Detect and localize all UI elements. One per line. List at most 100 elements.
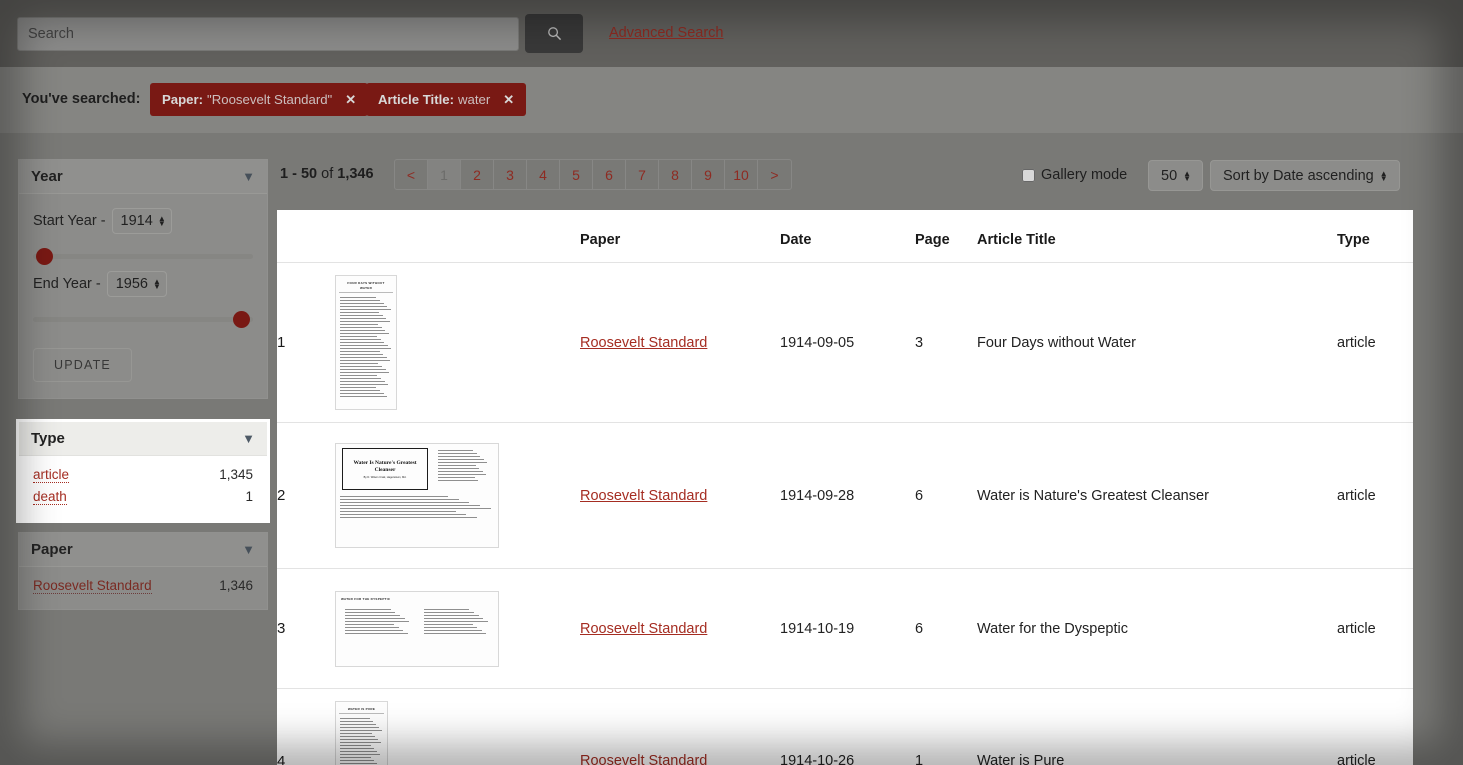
top-search-bar: Advanced Search: [0, 0, 1463, 67]
facet-paper-title: Paper: [31, 541, 73, 558]
sort-select[interactable]: Sort by Date ascending ▲ ▼: [1210, 160, 1400, 191]
end-year-label: End Year -: [33, 276, 101, 292]
paper-link[interactable]: Roosevelt Standard: [580, 335, 707, 351]
facet-count: 1,345: [219, 467, 253, 482]
facet-count: 1: [245, 489, 253, 504]
row-page: 6: [915, 568, 977, 689]
update-button[interactable]: UPDATE: [33, 348, 132, 382]
gallery-mode-checkbox[interactable]: [1022, 168, 1035, 182]
search-icon: [547, 26, 562, 41]
col-header-page: Page: [915, 210, 977, 263]
search-button[interactable]: [525, 14, 583, 53]
row-date: 1914-10-26: [780, 688, 915, 765]
chevron-down-icon: ▼: [242, 431, 255, 446]
select-arrows-icon: ▲ ▼: [1183, 168, 1192, 183]
table-row: 3 WATER FOR THE DYSPEPTIC Roosevelt Standa…: [277, 568, 1413, 689]
searched-label: You've searched:: [22, 91, 141, 107]
start-year-stepper[interactable]: 1914 ▲ ▼: [111, 208, 172, 234]
slider-track: [33, 317, 253, 322]
results-table-body: 1 FOUR DAYS WITHOUT WATER Roosevelt Standa…: [277, 262, 1413, 765]
facet-paper-header[interactable]: Paper ▼: [19, 533, 267, 567]
page-link-2[interactable]: 2: [461, 160, 494, 189]
filter-tag-article-title[interactable]: Article Title: water ✕: [366, 83, 527, 116]
page-link-10[interactable]: 10: [725, 160, 758, 189]
table-row: 4 WATER IS PURE Roosevelt Standard 1914-10-…: [277, 688, 1413, 765]
per-page-select[interactable]: 50 ▲ ▼: [1148, 160, 1204, 191]
page-link-1: 1: [428, 160, 461, 189]
facet-year: Year ▼ Start Year - 1914 ▲ ▼ End Year - 1…: [18, 159, 268, 399]
start-year-slider[interactable]: [33, 247, 253, 265]
facet-link-death[interactable]: death: [33, 489, 67, 505]
facet-paper: Paper ▼ Roosevelt Standard 1,346: [18, 532, 268, 610]
row-page: 1: [915, 688, 977, 765]
page-link-9[interactable]: 9: [692, 160, 725, 189]
advanced-search-link[interactable]: Advanced Search: [609, 25, 723, 41]
article-thumbnail[interactable]: Water Is Nature's Greatest Cleanser By D.…: [335, 443, 499, 548]
article-thumbnail[interactable]: WATER FOR THE DYSPEPTIC: [335, 590, 499, 667]
page-link-4[interactable]: 4: [527, 160, 560, 189]
facet-type-title: Type: [31, 430, 65, 447]
facet-link-article[interactable]: article: [33, 467, 70, 483]
end-year-slider[interactable]: [33, 310, 253, 328]
article-thumbnail[interactable]: FOUR DAYS WITHOUT WATER: [335, 275, 397, 410]
facet-type-header[interactable]: Type ▼: [19, 422, 267, 456]
thumb-byline: By D. Wilson Craik, Hagerstown, Md.: [363, 475, 407, 479]
results-table: Paper Date Page Article Title Type 1 FOUR…: [277, 210, 1413, 765]
thumb-headline: Water Is Nature's Greatest Cleanser: [353, 459, 417, 473]
remove-filter-icon[interactable]: ✕: [503, 92, 514, 108]
start-year-value: 1914: [120, 213, 153, 229]
row-paper-cell: Roosevelt Standard: [580, 422, 780, 569]
filter-tag-paper[interactable]: Paper: "Roosevelt Standard" ✕: [150, 83, 369, 116]
page-link-prev[interactable]: <: [395, 160, 428, 189]
gallery-mode-toggle[interactable]: Gallery mode: [1022, 167, 1127, 183]
row-type: article: [1337, 568, 1413, 689]
row-index: 4: [277, 688, 335, 765]
paper-link[interactable]: Roosevelt Standard: [580, 488, 707, 504]
search-input[interactable]: [17, 17, 519, 51]
stepper-arrows-icon: ▲ ▼: [153, 277, 161, 291]
slider-track: [33, 254, 253, 259]
col-header-type: Type: [1337, 210, 1413, 263]
row-date: 1914-10-19: [780, 568, 915, 689]
row-article-title: Four Days without Water: [977, 262, 1337, 423]
table-row: 2 Water Is Nature's Greatest Cleanser By D…: [277, 422, 1413, 569]
row-index: 3: [277, 568, 335, 689]
row-page: 6: [915, 422, 977, 569]
row-page: 3: [915, 262, 977, 423]
thumb-headline: WATER FOR THE DYSPEPTIC: [341, 596, 391, 601]
row-paper-cell: Roosevelt Standard: [580, 262, 780, 423]
paper-link[interactable]: Roosevelt Standard: [580, 621, 707, 637]
page-link-7[interactable]: 7: [626, 160, 659, 189]
facet-year-header[interactable]: Year ▼: [19, 160, 267, 194]
result-range: 1 - 50: [280, 166, 318, 182]
pagination: <1 2 3 4 5 6 7 8 9 10 >: [394, 159, 792, 190]
facet-link-roosevelt-standard[interactable]: Roosevelt Standard: [33, 578, 152, 594]
article-thumbnail[interactable]: WATER IS PURE: [335, 701, 388, 765]
page-link-8[interactable]: 8: [659, 160, 692, 189]
chevron-down-icon: ▼: [242, 542, 255, 557]
table-header-row: Paper Date Page Article Title Type: [277, 210, 1413, 263]
paper-link[interactable]: Roosevelt Standard: [580, 753, 707, 765]
page-link-5[interactable]: 5: [560, 160, 593, 189]
thumb-headline: FOUR DAYS WITHOUT WATER: [339, 278, 393, 293]
row-paper-cell: Roosevelt Standard: [580, 568, 780, 689]
page-link-6[interactable]: 6: [593, 160, 626, 189]
facet-type: Type ▼ article 1,345 death 1: [18, 421, 268, 521]
row-index: 2: [277, 422, 335, 569]
end-year-stepper[interactable]: 1956 ▲ ▼: [106, 271, 167, 297]
filter-tag-key: Paper:: [162, 92, 204, 107]
facet-year-title: Year: [31, 168, 63, 185]
row-thumbnail-cell: WATER IS PURE: [335, 688, 580, 765]
slider-knob[interactable]: [233, 311, 250, 328]
remove-filter-icon[interactable]: ✕: [345, 92, 356, 108]
thumb-headline: WATER IS PURE: [339, 704, 384, 714]
row-thumbnail-cell: FOUR DAYS WITHOUT WATER: [335, 262, 580, 423]
row-date: 1914-09-05: [780, 262, 915, 423]
slider-knob[interactable]: [36, 248, 53, 265]
page-link-3[interactable]: 3: [494, 160, 527, 189]
thumb-text-lines: [420, 607, 494, 638]
facet-row: Roosevelt Standard 1,346: [33, 575, 253, 597]
page-link-next[interactable]: >: [758, 160, 791, 189]
thumb-text-lines: [336, 295, 396, 401]
filter-tag-key: Article Title:: [378, 92, 454, 107]
